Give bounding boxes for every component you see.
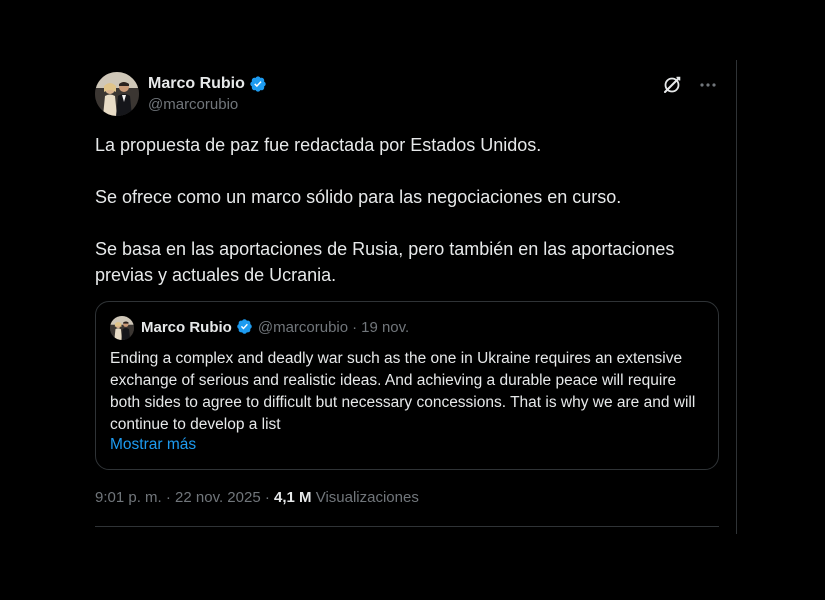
post-date[interactable]: 22 nov. 2025 bbox=[175, 489, 261, 506]
post-time[interactable]: 9:01 p. m. bbox=[95, 489, 162, 506]
avatar-photo bbox=[110, 316, 134, 340]
separator-dot: · bbox=[264, 489, 270, 506]
views-label: Visualizaciones bbox=[315, 489, 419, 506]
verified-badge-icon bbox=[249, 75, 267, 93]
post-paragraph: La propuesta de paz fue redactada por Es… bbox=[95, 135, 542, 155]
show-more-link[interactable]: Mostrar más bbox=[110, 436, 196, 454]
quoted-author-avatar bbox=[110, 316, 134, 340]
grok-icon[interactable] bbox=[661, 74, 683, 96]
author-display-name[interactable]: Marco Rubio bbox=[148, 75, 245, 93]
quoted-post[interactable]: Marco Rubio @marcorubio · 19 nov. Ending… bbox=[95, 301, 719, 470]
separator-dot: · bbox=[352, 318, 358, 336]
quoted-date: 19 nov. bbox=[361, 318, 410, 336]
post-text: La propuesta de paz fue redactada por Es… bbox=[95, 132, 719, 314]
post-paragraph: Se basa en las aportaciones de Rusia, pe… bbox=[95, 239, 675, 285]
quoted-text: Ending a complex and deadly war such as … bbox=[110, 350, 696, 433]
separator-dot: · bbox=[165, 489, 171, 506]
page: Marco Rubio @marcorubio La propuesta de … bbox=[0, 0, 825, 600]
views-count: 4,1 M bbox=[274, 489, 312, 506]
divider bbox=[95, 526, 719, 527]
column-border bbox=[736, 60, 737, 534]
quoted-handle: @marcorubio bbox=[257, 318, 349, 336]
avatar-photo bbox=[95, 72, 139, 116]
author-name-row: Marco Rubio bbox=[148, 74, 267, 94]
verified-badge-icon bbox=[236, 318, 254, 336]
more-icon[interactable] bbox=[697, 74, 719, 96]
quoted-display-name: Marco Rubio bbox=[141, 318, 232, 336]
quoted-header: Marco Rubio @marcorubio · 19 nov. bbox=[141, 318, 409, 336]
author-avatar[interactable] bbox=[95, 72, 139, 116]
post-meta: 9:01 p. m. · 22 nov. 2025 · 4,1 M Visual… bbox=[95, 489, 419, 506]
post-paragraph: Se ofrece como un marco sólido para las … bbox=[95, 187, 622, 207]
author-handle[interactable]: @marcorubio bbox=[148, 96, 238, 113]
post-actions bbox=[661, 74, 719, 96]
